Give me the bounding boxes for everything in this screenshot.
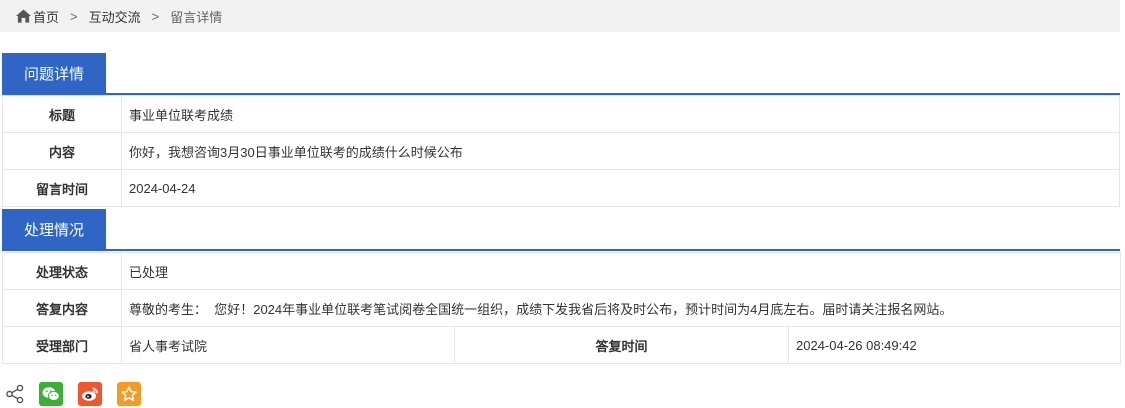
department-label: 受理部门 <box>2 326 122 364</box>
breadcrumb-interaction-link[interactable]: 互动交流 <box>89 7 141 26</box>
handling-section-title: 处理情况 <box>2 209 106 249</box>
breadcrumb-separator: > <box>70 8 78 24</box>
wechat-icon[interactable] <box>39 382 63 406</box>
reply-time-value: 2024-04-26 08:49:42 <box>788 326 1121 364</box>
question-section-title: 问题详情 <box>2 53 106 93</box>
department-value: 省人事考试院 <box>121 326 455 364</box>
reply-value: 尊敬的考生： 您好！2024年事业单位联考笔试阅卷全国统一组织，成绩下发我省后将… <box>121 289 1121 327</box>
message-time-value: 2024-04-24 <box>121 169 1120 207</box>
question-detail-table: 标题 事业单位联考成绩 内容 你好，我想咨询3月30日事业单位联考的成绩什么时候… <box>2 95 1120 207</box>
reply-time-label: 答复时间 <box>454 326 789 364</box>
title-value: 事业单位联考成绩 <box>121 95 1120 133</box>
breadcrumb-home-link[interactable]: 首页 <box>33 7 59 26</box>
table-row: 标题 事业单位联考成绩 <box>2 95 1120 133</box>
home-icon <box>16 9 31 23</box>
favorite-icon[interactable] <box>117 382 141 406</box>
status-value: 已处理 <box>121 252 1121 290</box>
breadcrumb-separator: > <box>151 8 160 24</box>
table-row: 受理部门 省人事考试院 答复时间 2024-04-26 08:49:42 <box>2 326 1121 364</box>
title-label: 标题 <box>2 95 122 133</box>
message-time-label: 留言时间 <box>2 169 122 207</box>
handling-detail-table: 处理状态 已处理 答复内容 尊敬的考生： 您好！2024年事业单位联考笔试阅卷全… <box>2 252 1121 364</box>
weibo-icon[interactable] <box>78 382 102 406</box>
content-label: 内容 <box>2 132 122 170</box>
breadcrumb: 首页 > 互动交流 > 留言详情 <box>0 0 1120 32</box>
table-row: 处理状态 已处理 <box>2 252 1121 290</box>
breadcrumb-current: 留言详情 <box>170 9 223 25</box>
table-row: 留言时间 2024-04-24 <box>2 169 1120 207</box>
content-value: 你好，我想咨询3月30日事业单位联考的成绩什么时候公布 <box>121 132 1120 170</box>
share-bar <box>5 382 156 406</box>
share-icon[interactable] <box>5 384 25 404</box>
section-divider <box>2 249 1120 251</box>
table-row: 内容 你好，我想咨询3月30日事业单位联考的成绩什么时候公布 <box>2 132 1120 170</box>
table-row: 答复内容 尊敬的考生： 您好！2024年事业单位联考笔试阅卷全国统一组织，成绩下… <box>2 289 1121 327</box>
reply-label: 答复内容 <box>2 289 122 327</box>
status-label: 处理状态 <box>2 252 122 290</box>
